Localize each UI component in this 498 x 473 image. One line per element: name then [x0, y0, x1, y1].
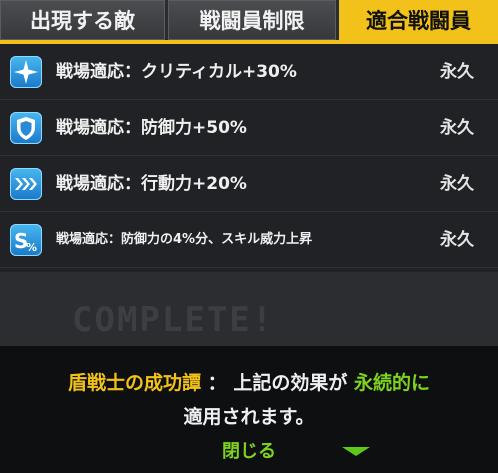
tab-enemies[interactable]: 出現する敵	[0, 0, 165, 40]
crit-icon	[10, 56, 42, 88]
effect-label: 戦場適応：行動力+20%	[56, 174, 247, 194]
close-button[interactable]: 閉じる	[0, 437, 498, 463]
footer-message-line2: 適用されます。	[183, 406, 315, 428]
effect-label: 戦場適応：防御力の4%分、スキル威力上昇	[56, 232, 313, 247]
effect-duration: 永久	[440, 230, 474, 250]
story-name: 盾戦士の成功譚	[68, 372, 202, 394]
tab-bar: 出現する敵 戦闘員制限 適合戦闘員	[0, 0, 498, 44]
chevron-down-icon[interactable]	[342, 447, 370, 456]
tab-restrictions[interactable]: 戦闘員制限	[168, 0, 336, 40]
effect-row: S % 戦場適応：防御力の4%分、スキル威力上昇 永久	[0, 212, 498, 268]
background-complete-text: COMPLETE!	[72, 300, 275, 340]
message-highlight: 永続的に	[353, 372, 430, 394]
tab-compatible[interactable]: 適合戦闘員	[339, 0, 498, 40]
effect-label: 戦場適応：防御力+50%	[56, 118, 247, 138]
effect-list: 戦場適応：クリティカル+30% 永久 戦場適応：防御力+50% 永久 戦場適応：…	[0, 44, 498, 272]
effect-duration: 永久	[440, 118, 474, 138]
shield-icon	[10, 112, 42, 144]
effect-duration: 永久	[440, 174, 474, 194]
effect-row: 戦場適応：クリティカル+30% 永久	[0, 44, 498, 100]
effect-duration: 永久	[440, 62, 474, 82]
footer-message-line1: 盾戦士の成功譚 ： 上記の効果が 永続的に	[0, 368, 498, 395]
effect-label: 戦場適応：クリティカル+30%	[56, 62, 297, 82]
skill-percent-icon: S %	[10, 224, 42, 256]
svg-text:%: %	[26, 241, 37, 254]
message-text: 上記の効果が	[233, 372, 348, 394]
separator: ：	[207, 372, 227, 394]
effect-row: 戦場適応：行動力+20% 永久	[0, 156, 498, 212]
effect-row: 戦場適応：防御力+50% 永久	[0, 100, 498, 156]
speed-icon	[10, 168, 42, 200]
